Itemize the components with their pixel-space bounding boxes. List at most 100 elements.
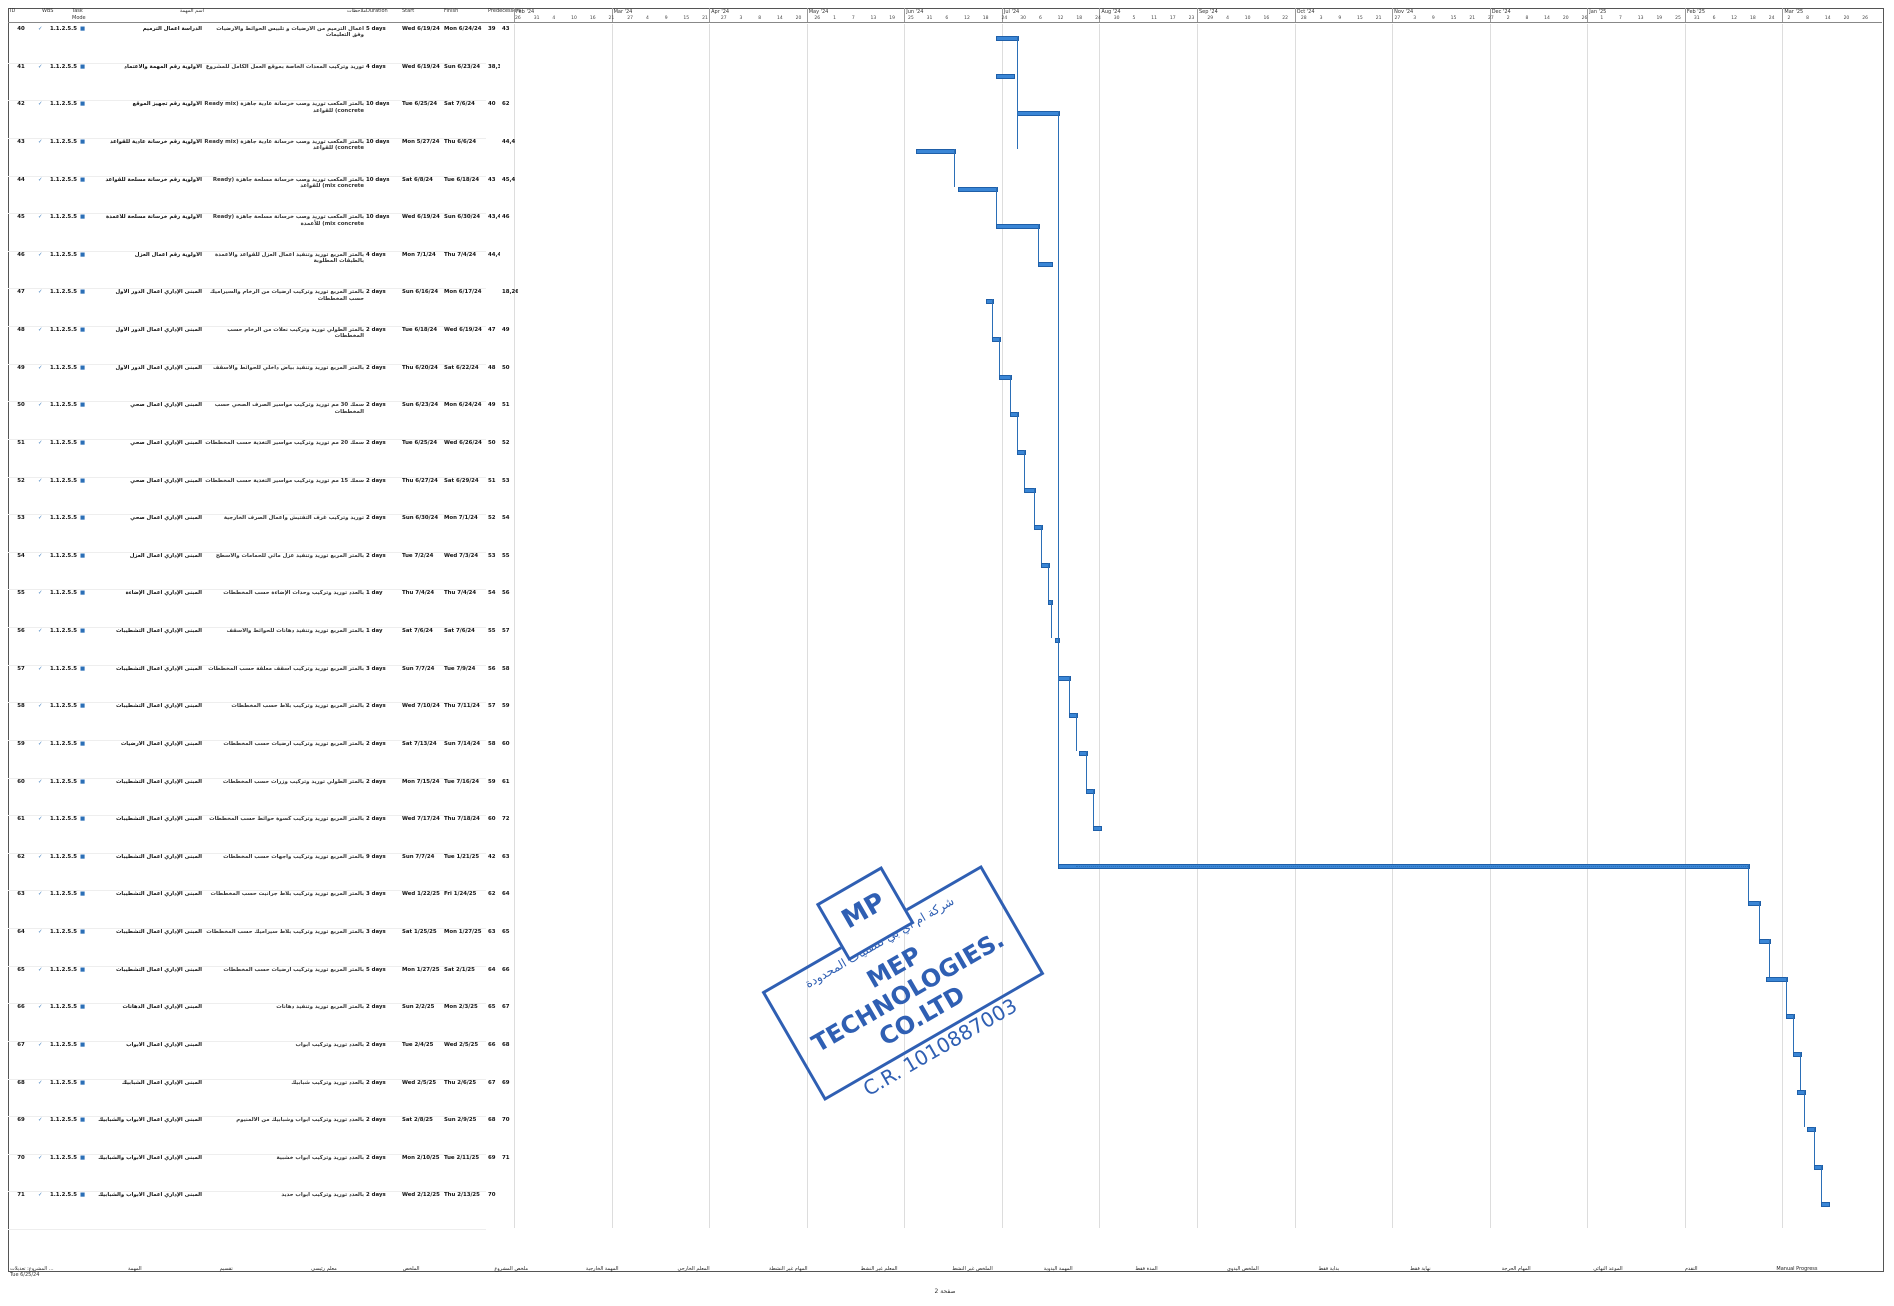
gantt-bar[interactable] (1037, 261, 1054, 267)
timeline-day: 2 (1787, 16, 1791, 21)
task-finish: Sat 6/22/24 (444, 364, 479, 371)
task-wbs: 1.1.2.5.5 (50, 966, 77, 973)
task-duration: 2 days (366, 364, 386, 371)
task-duration: 2 days (366, 289, 386, 296)
task-successors: 51 (502, 402, 510, 409)
dependency-link (1016, 412, 1018, 450)
dependency-link (954, 148, 956, 187)
task-successors: 46 (502, 214, 510, 221)
task-finish: Sun 6/30/24 (444, 214, 481, 221)
task-wbs: 1.1.2.5.5 (50, 778, 77, 785)
task-wbs: 1.1.2.5.5 (50, 929, 77, 935)
gantt-bar[interactable] (916, 148, 957, 154)
dependency-link (1758, 901, 1760, 939)
task-successors: 64 (502, 891, 510, 898)
grid-line (1489, 24, 1491, 1228)
task-row[interactable]: 55 ✓ 1.1.2.5.5 ■ المبنى الإداري أعمال الإضاء… (8, 590, 509, 626)
task-notes: بالمتر المربع توريد وتركيب بلاط حسب المخ… (231, 703, 364, 710)
task-id: 69 (17, 1117, 25, 1124)
task-successors: 52 (502, 439, 510, 446)
task-row[interactable]: 47 ✓ 1.1.2.5.5 ■ المبنى الإداري أعمال الدور … (8, 289, 518, 325)
task-start: Sat 7/13/24 (402, 740, 437, 747)
task-wbs: 1.1.2.5.5 (50, 665, 77, 672)
gantt-bar[interactable] (957, 186, 998, 192)
task-row[interactable]: 69 ✓ 1.1.2.5.5 ■ المبنى الإداري أعمال الأبوا… (8, 1117, 509, 1153)
task-row[interactable]: 54 ✓ 1.1.2.5.5 ■ المبنى الإداري أعمال العزل ب… (8, 552, 509, 589)
task-row[interactable]: 62 ✓ 1.1.2.5.5 ■ المبنى الإداري أعمال التشطي… (8, 853, 509, 890)
task-mode-icon: ■ (80, 1117, 86, 1124)
task-row[interactable]: 70 ✓ 1.1.2.5.5 ■ المبنى الإداري أعمال الأبوا… (8, 1155, 509, 1191)
grid-line (1099, 24, 1101, 1228)
dependency-link (1786, 976, 1788, 1015)
timeline-day: 27 (1488, 16, 1494, 21)
task-predecessors: 48 (488, 364, 496, 371)
task-row[interactable]: 40 ✓ 1.1.2.5.5 ■ الدراسة أعمال الترميم أعمال … (8, 26, 509, 62)
task-row[interactable]: 53 ✓ 1.1.2.5.5 ■ المبنى الإداري أعمال صحي تور… (8, 515, 509, 551)
task-complete-icon: ✓ (38, 477, 43, 484)
task-row[interactable]: 57 ✓ 1.1.2.5.5 ■ المبنى الإداري أعمال التشطي… (8, 665, 509, 702)
task-complete-icon: ✓ (38, 740, 43, 747)
task-row[interactable]: 44 ✓ 1.1.2.5.5 ■ الأولوية رقم خرسانة مسلحة ل… (8, 177, 515, 213)
task-row[interactable]: 45 ✓ 1.1.2.5.5 ■ الأولوية رقم خرسانة مسلحة ل… (8, 214, 509, 250)
gantt-bar[interactable] (995, 224, 1040, 230)
timeline-day: 12 (1731, 16, 1738, 21)
grid-line (1782, 24, 1784, 1228)
task-duration: 10 days (366, 101, 390, 108)
task-start: Thu 6/20/24 (402, 364, 438, 371)
task-notes: بالعدد توريد وتركيب أبواب وشبابيك من الأ… (236, 1117, 364, 1124)
task-wbs: 1.1.2.5.5 (50, 590, 77, 597)
task-wbs: 1.1.2.5.5 (50, 891, 77, 898)
gantt-bar[interactable] (1821, 1202, 1830, 1208)
gantt-bar[interactable] (1092, 826, 1102, 832)
task-row[interactable]: 58 ✓ 1.1.2.5.5 ■ المبنى الإداري أعمال التشطي… (8, 703, 509, 739)
task-duration: 1 day (366, 590, 383, 597)
gantt-bar[interactable] (1016, 111, 1061, 117)
task-row[interactable]: 68 ✓ 1.1.2.5.5 ■ المبنى الإداري أعمال الشباب… (8, 1080, 509, 1116)
legend-item: ملخص المشروع (494, 1266, 529, 1272)
task-wbs: 1.1.2.5.5 (50, 477, 77, 484)
task-mode-icon: ■ (80, 251, 86, 258)
task-row[interactable]: 43 ✓ 1.1.2.5.5 ■ الأولوية رقم خرسانة عادية ل… (8, 139, 515, 175)
task-name: المبنى الإداري أعمال التشطيبات (116, 853, 202, 860)
gantt-bar[interactable] (995, 36, 1019, 41)
timeline-day: 12 (964, 16, 970, 21)
task-row[interactable]: 61 ✓ 1.1.2.5.5 ■ المبنى الإداري أعمال التشطي… (8, 816, 509, 852)
task-notes: توريد وتركيب غرف التفتيش وأعمال الصرف ال… (223, 515, 364, 522)
task-row[interactable]: 65 ✓ 1.1.2.5.5 ■ المبنى الإداري أعمال التشطي… (8, 966, 509, 1003)
task-duration: 4 days (366, 251, 386, 258)
task-start: Wed 7/17/24 (402, 816, 440, 823)
task-name: الأولوية رقم تجهيز الموقع (132, 101, 203, 108)
task-row[interactable]: 49 ✓ 1.1.2.5.5 ■ المبنى الإداري أعمال الدور … (8, 364, 509, 401)
task-row[interactable]: 59 ✓ 1.1.2.5.5 ■ المبنى الإداري أعمال الأرضي… (8, 740, 509, 777)
legend-item: المعلم الخارجي (677, 1266, 710, 1272)
task-row[interactable]: 48 ✓ 1.1.2.5.5 ■ المبنى الإداري أعمال الدور … (8, 327, 509, 363)
task-predecessors: 70 (488, 1192, 496, 1199)
task-row[interactable]: 66 ✓ 1.1.2.5.5 ■ المبنى الإداري أعمال الدهان… (8, 1004, 509, 1040)
task-id: 54 (17, 552, 25, 559)
task-row[interactable]: 60 ✓ 1.1.2.5.5 ■ المبنى الإداري أعمال التشطي… (8, 778, 509, 815)
task-row[interactable]: 64 ✓ 1.1.2.5.5 ■ المبنى الإداري أعمال التشطي… (8, 929, 509, 965)
timeline-day: 1 (1600, 16, 1604, 21)
task-row[interactable]: 56 ✓ 1.1.2.5.5 ■ المبنى الإداري أعمال التشطي… (8, 628, 509, 664)
task-notes: بالمتر المربع توريد وتركيب أرضيات حسب ال… (223, 966, 364, 973)
task-row[interactable]: 46 ✓ 1.1.2.5.5 ■ الأولوية رقم أعمال العزل بال… (8, 251, 500, 288)
task-start: Wed 7/10/24 (402, 703, 440, 710)
task-row[interactable]: 42 ✓ 1.1.2.5.5 ■ الأولوية رقم تجهيز الموقع با… (8, 101, 509, 137)
task-row[interactable]: 50 ✓ 1.1.2.5.5 ■ المبنى الإداري أعمال صحي سمك… (8, 402, 509, 438)
task-row[interactable]: 51 ✓ 1.1.2.5.5 ■ المبنى الإداري أعمال صحي سمك… (8, 439, 509, 476)
task-row[interactable]: 67 ✓ 1.1.2.5.5 ■ المبنى الإداري أعمال الأبوا… (8, 1042, 509, 1078)
task-id: 71 (17, 1192, 25, 1199)
gantt-bar[interactable] (1765, 976, 1789, 982)
page-footer: صفحة 2 (934, 1288, 956, 1295)
gantt-bar[interactable] (995, 73, 1016, 79)
task-name: المبنى الإداري أعمال التشطيبات (116, 778, 202, 785)
task-successors: 58 (502, 665, 510, 672)
task-complete-icon: ✓ (38, 1192, 43, 1199)
task-row[interactable]: 63 ✓ 1.1.2.5.5 ■ المبنى الإداري أعمال التشطي… (8, 891, 509, 927)
task-row[interactable]: 52 ✓ 1.1.2.5.5 ■ المبنى الإداري أعمال صحي سمك… (8, 477, 509, 514)
task-row[interactable]: 41 ✓ 1.1.2.5.5 ■ الأولوية رقم المهمة والاعتم… (8, 64, 500, 100)
task-row[interactable]: 71 ✓ 1.1.2.5.5 ■ المبنى الإداري أعمال الأبوا… (8, 1192, 495, 1228)
task-duration: 2 days (366, 439, 386, 446)
header-start: Start (402, 8, 415, 14)
timeline-day: 26 (515, 16, 521, 21)
